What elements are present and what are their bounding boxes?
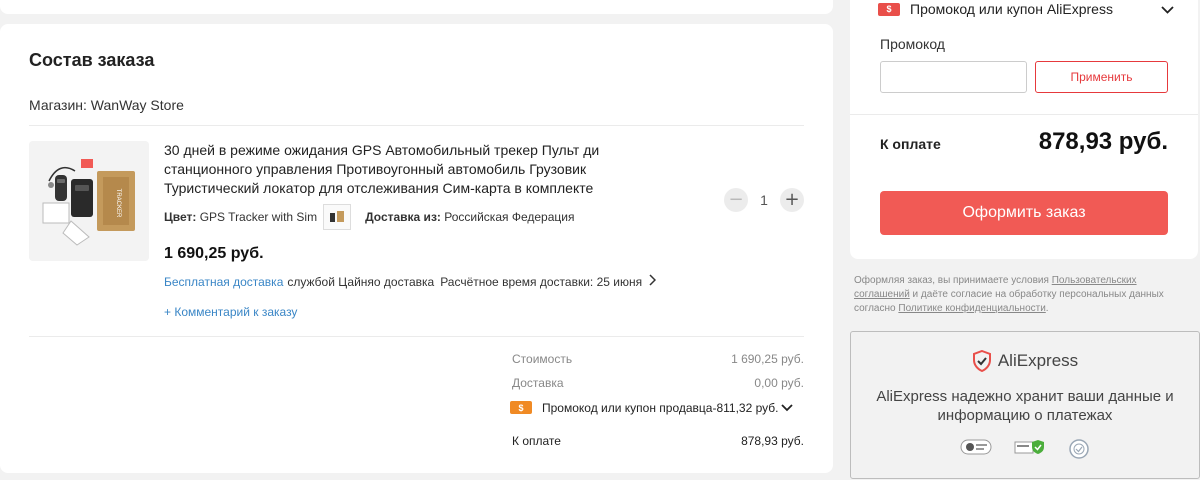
shipping-line[interactable]: Бесплатная доставка службой Цайняо доста… xyxy=(164,274,657,289)
ae-promo-header[interactable]: $ Промокод или купон AliExpress xyxy=(878,1,1174,17)
quantity-plus-button[interactable]: + xyxy=(780,188,804,212)
security-badges xyxy=(851,438,1199,460)
order-title: Состав заказа xyxy=(29,50,155,70)
chevron-down-icon[interactable] xyxy=(780,400,793,415)
store-prefix: Магазин: xyxy=(29,97,87,113)
order-composition-card: Состав заказа Магазин: WanWay Store TRAC… xyxy=(0,24,833,473)
trust-message: AliExpress надежно хранит ваши данные и … xyxy=(876,388,1174,424)
color-label: Цвет: xyxy=(164,210,197,224)
divider xyxy=(29,125,804,126)
pay-total: 878,93 руб. xyxy=(1038,128,1168,155)
pay-label: К оплате xyxy=(880,136,941,152)
free-shipping-label: Бесплатная доставка xyxy=(164,274,284,289)
carrier-label: службой Цайняо доставка xyxy=(287,274,435,289)
brand-name: AliExpress xyxy=(997,351,1079,370)
variant-image-icon xyxy=(330,211,345,222)
chevron-down-icon[interactable] xyxy=(1161,1,1174,17)
terms-text: Оформляя заказ, вы принимаете условия xyxy=(854,275,1052,286)
total-value: 878,93 руб. xyxy=(741,434,804,448)
trust-block: AliExpress AliExpress надежно хранит ваш… xyxy=(850,331,1200,479)
promo-code-label: Промокод xyxy=(880,36,945,52)
place-order-button[interactable]: Оформить заказ xyxy=(880,191,1168,235)
delivery-estimate: Расчётное время доставки: 25 июня xyxy=(440,274,643,289)
summary-total-row: К оплате 878,93 руб. xyxy=(512,434,804,448)
chevron-right-icon[interactable] xyxy=(648,274,657,289)
seller-promo-row[interactable]: $ Промокод или купон продавца -811,32 ру… xyxy=(510,400,810,415)
store-line: Магазин: WanWay Store xyxy=(29,97,184,113)
product-thumbnail[interactable]: TRACKER xyxy=(29,141,149,261)
coupon-icon: $ xyxy=(878,2,900,16)
variant-thumbnail xyxy=(323,204,352,230)
quantity-value[interactable]: 1 xyxy=(748,192,780,208)
item-price: 1 690,25 руб. xyxy=(164,245,264,262)
apply-promo-button[interactable]: Применить xyxy=(1035,61,1168,93)
product-attributes: Цвет: GPS Tracker with Sim Доставка из: … xyxy=(164,204,574,230)
cost-value: 1 690,25 руб. xyxy=(731,352,804,366)
gps-tracker-image: TRACKER xyxy=(29,141,149,261)
quantity-stepper: − 1 + xyxy=(724,188,804,212)
terms-text: . xyxy=(1045,303,1049,314)
store-name[interactable]: WanWay Store xyxy=(91,97,184,113)
color-value: GPS Tracker with Sim xyxy=(199,210,318,224)
ae-promo-title: Промокод или купон AliExpress xyxy=(910,1,1113,17)
summary-cost-row: Стоимость 1 690,25 руб. xyxy=(512,352,804,366)
previous-card xyxy=(0,0,833,14)
quantity-minus-button[interactable]: − xyxy=(724,188,748,212)
ship-from-value: Российская Федерация xyxy=(444,210,575,224)
coupon-icon: $ xyxy=(510,401,532,414)
delivery-value: 0,00 руб. xyxy=(754,376,804,390)
aliexpress-logo: AliExpress xyxy=(851,350,1199,372)
product-title[interactable]: 30 дней в режиме ожидания GPS Автомобиль… xyxy=(164,141,634,198)
divider xyxy=(850,114,1198,115)
delivery-label: Доставка xyxy=(512,376,564,390)
checkout-panel: $ Промокод или купон AliExpress Промокод… xyxy=(850,0,1198,259)
certificate-icon xyxy=(1069,439,1089,459)
seller-promo-label: Промокод или купон продавца xyxy=(542,400,713,415)
promo-code-input[interactable] xyxy=(880,61,1027,93)
divider xyxy=(29,336,804,337)
privacy-policy-link[interactable]: Политике конфиденциальности xyxy=(898,303,1045,314)
secure-shield-icon xyxy=(1014,440,1044,454)
terms-notice: Оформляя заказ, вы принимаете условия По… xyxy=(854,274,1194,316)
total-label: К оплате xyxy=(512,434,561,448)
add-comment-link[interactable]: + Комментарий к заказу xyxy=(164,305,297,319)
summary-delivery-row: Доставка 0,00 руб. xyxy=(512,376,804,390)
cost-label: Стоимость xyxy=(512,352,573,366)
pci-badge-icon xyxy=(960,439,992,455)
seller-promo-value: -811,32 руб. xyxy=(712,400,779,415)
box-label: TRACKER xyxy=(115,189,121,218)
ship-from-label: Доставка из: xyxy=(365,210,441,224)
shield-check-icon xyxy=(972,350,991,372)
